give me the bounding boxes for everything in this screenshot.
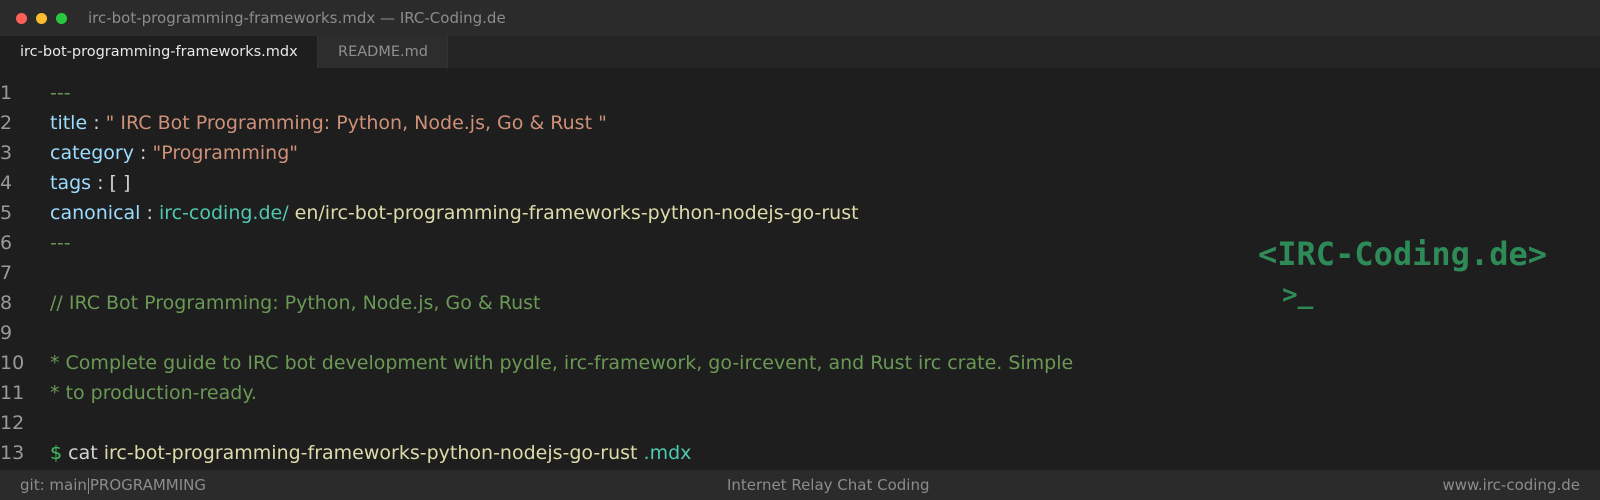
status-bar: git: main PROGRAMMING Internet Relay Chat… xyxy=(0,470,1600,500)
tab-irc-bot-programming-frameworks[interactable]: irc-bot-programming-frameworks.mdx xyxy=(0,36,318,68)
line-number: 9 xyxy=(0,322,13,344)
status-left: git: main PROGRAMMING xyxy=(20,470,206,500)
shell-file: irc-bot-programming-frameworks-python-no… xyxy=(103,442,638,464)
canonical-key: canonical xyxy=(50,202,141,224)
frontmatter-close: --- xyxy=(50,232,71,254)
close-window-button[interactable] xyxy=(16,13,27,24)
title-bar: irc-bot-programming-frameworks.mdx — IRC… xyxy=(0,0,1600,36)
git-branch[interactable]: git: main xyxy=(20,476,87,494)
line-number: 8 xyxy=(0,292,13,314)
comment-line: // IRC Bot Programming: Python, Node.js,… xyxy=(50,292,541,314)
tags-separator: : xyxy=(91,172,110,194)
editor-window: irc-bot-programming-frameworks.mdx — IRC… xyxy=(0,0,1600,500)
description-line-2: * to production-ready. xyxy=(50,382,257,404)
line-number: 1 xyxy=(0,82,13,104)
title-key: title xyxy=(50,112,88,134)
line-number: 3 xyxy=(0,142,13,164)
tab-readme[interactable]: README.md xyxy=(318,36,448,68)
category-key: category xyxy=(50,142,134,164)
category-separator: : xyxy=(133,142,153,164)
category-field: category : "Programming" xyxy=(50,138,298,168)
line-number: 5 xyxy=(0,202,13,224)
tags-key: tags xyxy=(50,172,92,194)
line-number: 10 xyxy=(0,352,25,374)
line-number: 7 xyxy=(0,262,13,284)
minimize-window-button[interactable] xyxy=(36,13,47,24)
line-number: 4 xyxy=(0,172,13,194)
shell-command: $ cat irc-bot-programming-frameworks-pyt… xyxy=(50,438,691,468)
terminal-prompt-icon: >_ xyxy=(1282,280,1314,310)
canonical-domain: irc-coding.de/ xyxy=(158,202,289,224)
line-number: 6 xyxy=(0,232,13,254)
maximize-window-button[interactable] xyxy=(56,13,67,24)
tags-value: [ ] xyxy=(109,172,131,194)
window-title: irc-bot-programming-frameworks.mdx — IRC… xyxy=(88,9,506,27)
shell-cmd: cat xyxy=(62,442,104,464)
line-number: 11 xyxy=(0,382,25,404)
title-field: title : " IRC Bot Programming: Python, N… xyxy=(50,108,607,138)
frontmatter-open: --- xyxy=(50,82,71,104)
shell-ext: .mdx xyxy=(637,442,692,464)
canonical-field: canonical : irc-coding.de/ en/irc-bot-pr… xyxy=(50,198,859,228)
shell-prompt: $ xyxy=(50,442,63,464)
brand-logo: <IRC-Coding.de> xyxy=(1258,235,1547,273)
description-line-1: * Complete guide to IRC bot development … xyxy=(50,352,1074,374)
canonical-separator: : xyxy=(140,202,159,224)
category-indicator: PROGRAMMING xyxy=(89,476,207,494)
tab-bar: irc-bot-programming-frameworks.mdx READM… xyxy=(0,36,1600,68)
title-separator: : xyxy=(87,112,106,134)
title-value: " IRC Bot Programming: Python, Node.js, … xyxy=(105,112,607,134)
category-value: "Programming" xyxy=(152,142,299,164)
site-url[interactable]: www.irc-coding.de xyxy=(1442,470,1580,500)
canonical-path: en/irc-bot-programming-frameworks-python… xyxy=(288,202,859,224)
line-number: 2 xyxy=(0,112,13,134)
line-number: 12 xyxy=(0,412,25,434)
tags-field: tags : [ ] xyxy=(50,168,130,198)
status-divider xyxy=(87,477,89,494)
line-number: 13 xyxy=(0,442,25,464)
status-center: Internet Relay Chat Coding xyxy=(727,476,930,494)
